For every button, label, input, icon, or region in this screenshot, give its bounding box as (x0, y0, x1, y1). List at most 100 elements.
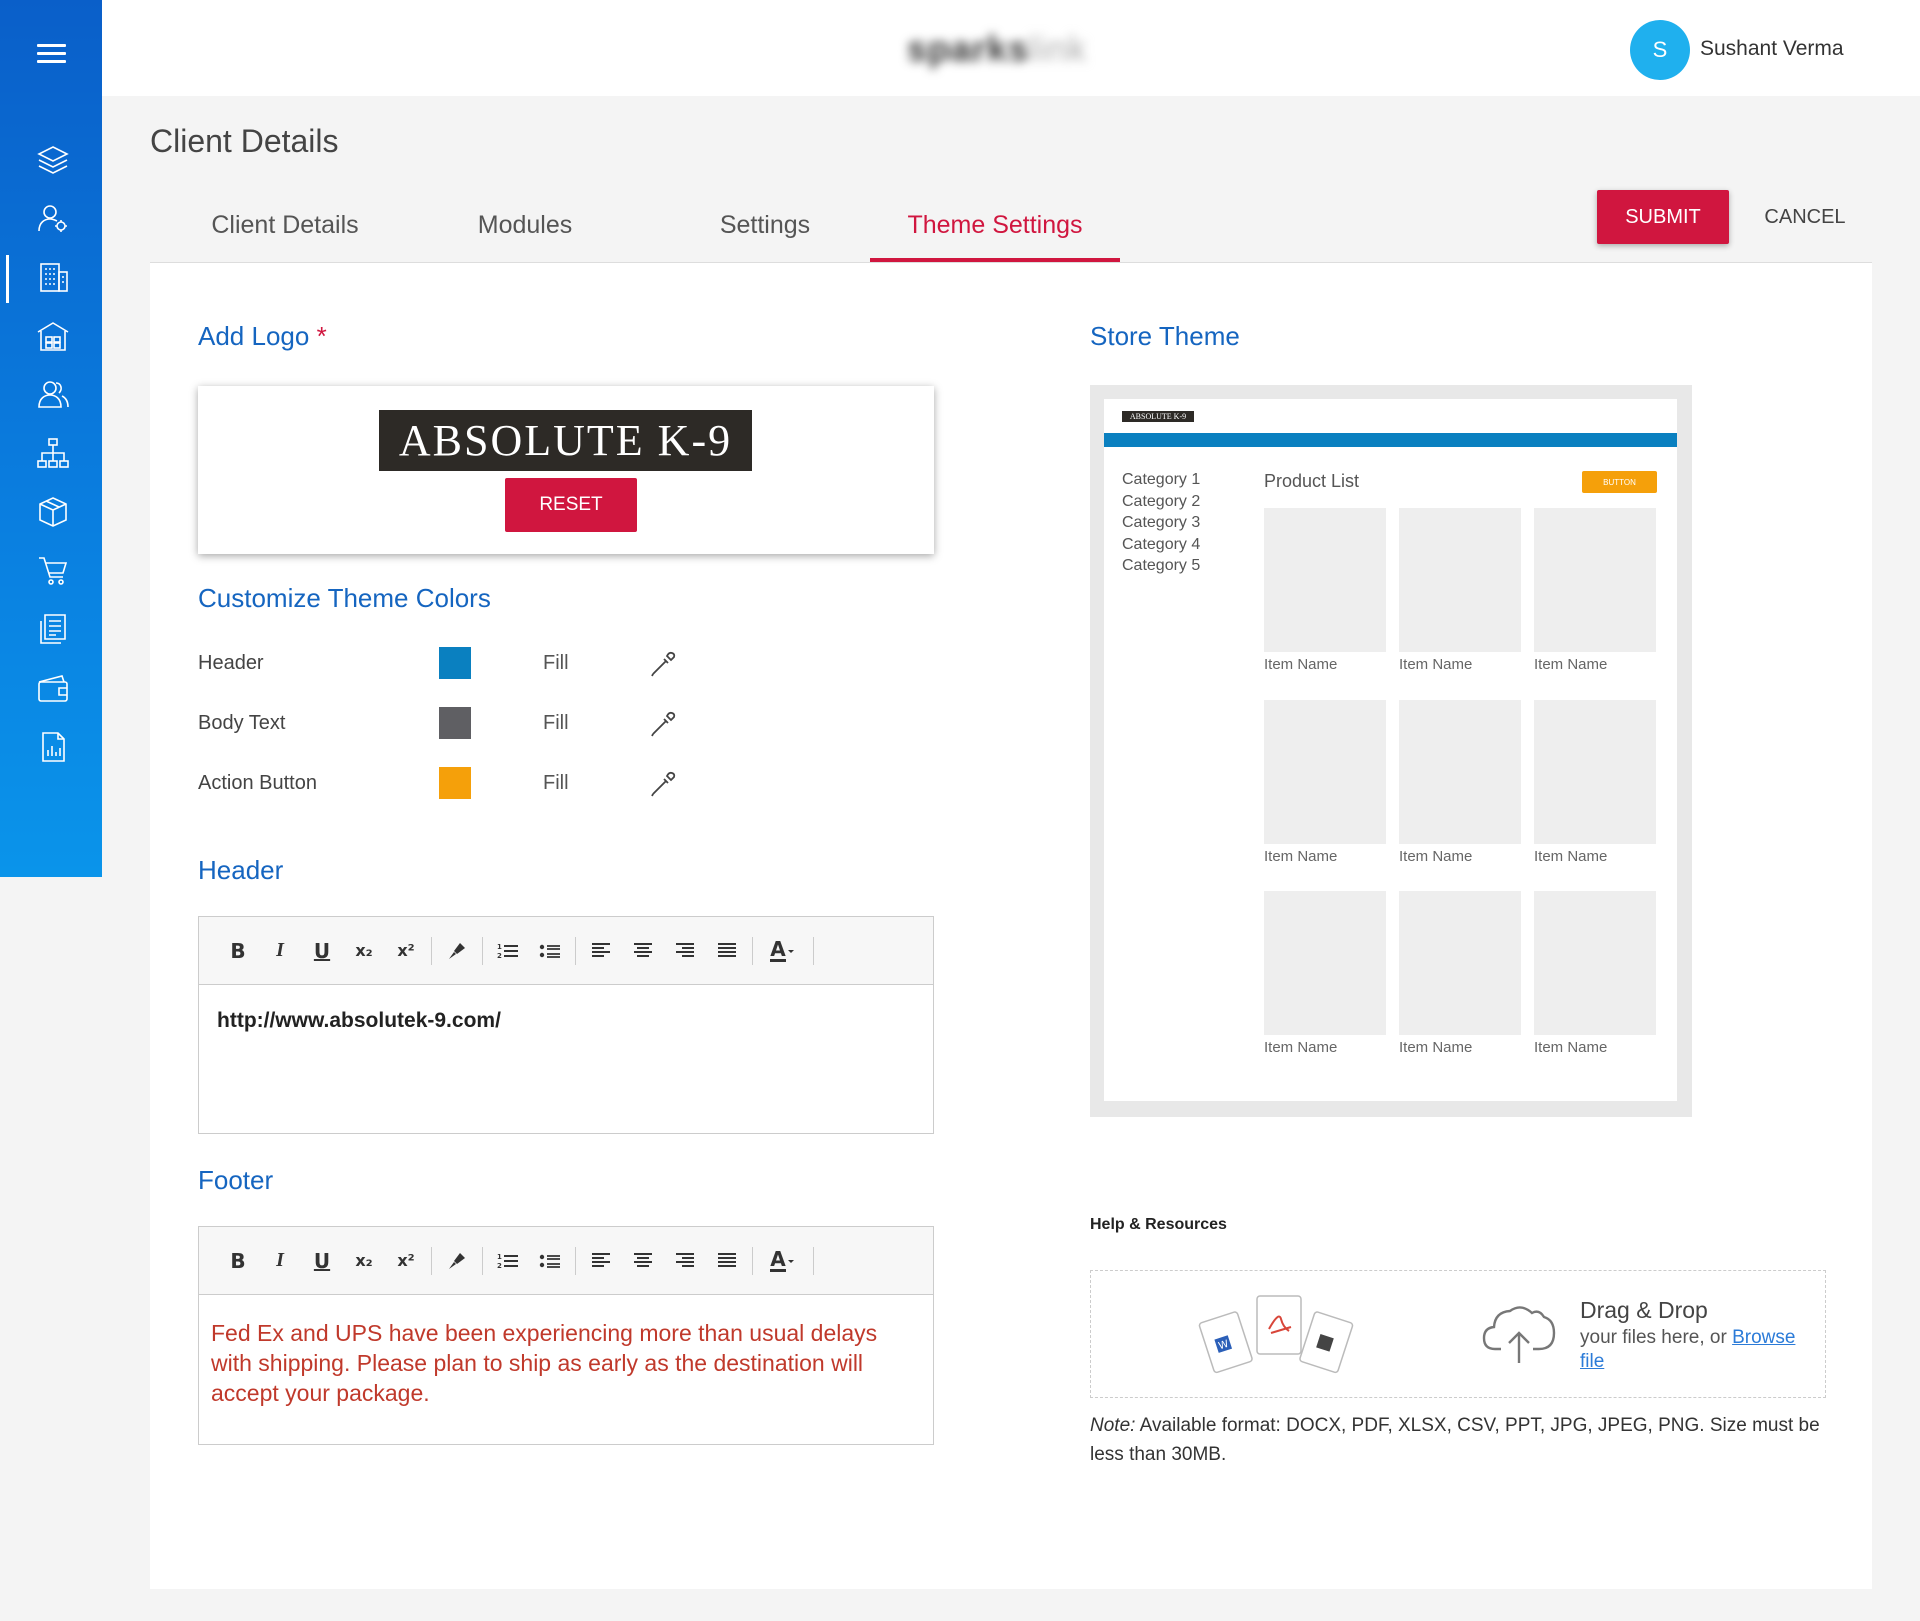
clear-format-button[interactable] (436, 1246, 478, 1276)
add-logo-title: Add Logo * (198, 321, 327, 352)
preview-item-name: Item Name (1264, 656, 1338, 673)
preview-category: Category 3 (1122, 514, 1201, 531)
preview-header-bar (1104, 433, 1677, 447)
align-center-button[interactable] (622, 936, 664, 966)
preview-category: Category 1 (1122, 471, 1201, 488)
report-icon[interactable] (35, 729, 71, 765)
align-right-button[interactable] (664, 936, 706, 966)
align-right-icon (676, 1252, 694, 1267)
ordered-list-button[interactable]: 12 (487, 936, 529, 966)
toolbar-divider (813, 1246, 814, 1275)
align-left-icon (592, 942, 610, 957)
wallet-icon[interactable] (35, 670, 71, 706)
tab-modules[interactable]: Modules (435, 211, 615, 240)
subscript-button[interactable]: x₂ (343, 936, 385, 966)
superscript-button[interactable]: x² (385, 1246, 427, 1276)
color-row-action-button: Action Button Fill (198, 767, 676, 801)
avatar[interactable]: S (1630, 20, 1690, 80)
caret-down-icon (787, 949, 794, 953)
submit-button[interactable]: SUBMIT (1597, 190, 1729, 244)
italic-button[interactable]: I (259, 936, 301, 966)
justify-icon (718, 1252, 736, 1267)
align-left-button[interactable] (580, 1246, 622, 1276)
store-preview-page: ABSOLUTE K-9 Category 1 Category 2 Categ… (1104, 399, 1677, 1101)
org-chart-icon[interactable] (35, 435, 71, 471)
header-color-swatch[interactable] (439, 647, 471, 679)
bullet-list-icon (539, 944, 560, 958)
action-button-color-swatch[interactable] (439, 767, 471, 799)
layers-icon[interactable] (35, 142, 71, 178)
eyedropper-icon[interactable] (648, 709, 678, 739)
fill-label: Fill (543, 772, 569, 794)
client-logo: ABSOLUTE K-9 (379, 410, 752, 471)
bold-button[interactable]: B (217, 936, 259, 966)
preview-category: Category 4 (1122, 536, 1201, 553)
preview-item-image (1264, 891, 1386, 1035)
building-icon[interactable] (35, 259, 71, 295)
footer-editor: B I U x₂ x² 12 A Fed Ex and UPS have bee… (198, 1226, 934, 1445)
underline-button[interactable]: U (301, 1246, 343, 1276)
cancel-button[interactable]: CANCEL (1750, 190, 1860, 244)
preview-item-name: Item Name (1534, 848, 1608, 865)
header-editor-title: Header (198, 855, 284, 885)
align-center-button[interactable] (622, 1246, 664, 1276)
body-text-color-swatch[interactable] (439, 707, 471, 739)
user-settings-icon[interactable] (35, 200, 71, 236)
footer-editor-body[interactable]: Fed Ex and UPS have been experiencing mo… (199, 1295, 933, 1409)
header-editor: B I U x₂ x² 12 A http://www.absolutek-9.… (198, 916, 934, 1134)
cart-icon[interactable] (35, 552, 71, 588)
brush-icon (449, 942, 465, 959)
user-name[interactable]: Sushant Verma (1700, 37, 1844, 61)
preview-category: Category 5 (1122, 557, 1201, 574)
eyedropper-icon[interactable] (648, 649, 678, 679)
font-color-button[interactable]: A (757, 1246, 809, 1276)
editor-toolbar: B I U x₂ x² 12 A (199, 917, 933, 985)
align-right-icon (676, 942, 694, 957)
italic-button[interactable]: I (259, 1246, 301, 1276)
upload-cloud-icon (1482, 1306, 1556, 1363)
preview-item-name: Item Name (1534, 1039, 1608, 1056)
align-left-icon (592, 1252, 610, 1267)
toolbar-divider (431, 1246, 432, 1275)
tab-settings[interactable]: Settings (675, 211, 855, 240)
browse-file-link[interactable]: file (1580, 1351, 1604, 1373)
page-title: Client Details (150, 123, 339, 159)
superscript-button[interactable]: x² (385, 936, 427, 966)
hamburger-menu-icon[interactable] (37, 44, 66, 68)
align-left-button[interactable] (580, 936, 622, 966)
brush-icon (449, 1252, 465, 1269)
ordered-list-button[interactable]: 12 (487, 1246, 529, 1276)
help-resources-title: Help & Resources (1090, 1216, 1227, 1233)
package-icon[interactable] (35, 494, 71, 530)
bullet-list-button[interactable] (529, 936, 571, 966)
invoice-icon[interactable] (35, 611, 71, 647)
tab-theme-settings[interactable]: Theme Settings (875, 211, 1115, 240)
bullet-list-button[interactable] (529, 1246, 571, 1276)
color-label: Header (198, 652, 264, 674)
font-color-button[interactable]: A (757, 936, 809, 966)
toolbar-divider (482, 1246, 483, 1275)
file-dropzone[interactable]: W Drag & Drop your files here, or Browse… (1090, 1270, 1826, 1398)
tab-client-details[interactable]: Client Details (195, 211, 375, 240)
align-right-button[interactable] (664, 1246, 706, 1276)
header-editor-body[interactable]: http://www.absolutek-9.com/ (199, 985, 933, 1057)
logo-card: ABSOLUTE K-9 RESET (198, 386, 934, 554)
users-icon[interactable] (35, 376, 71, 412)
subscript-button[interactable]: x₂ (343, 1246, 385, 1276)
ordered-list-icon: 12 (497, 1253, 518, 1270)
warehouse-icon[interactable] (35, 318, 71, 354)
justify-button[interactable] (706, 1246, 748, 1276)
svg-text:2: 2 (497, 952, 502, 960)
preview-item-image (1399, 891, 1521, 1035)
note-text: Available format: DOCX, PDF, XLSX, CSV, … (1090, 1415, 1820, 1466)
brand-logo: sparkslink (907, 28, 1088, 69)
bold-button[interactable]: B (217, 1246, 259, 1276)
eyedropper-icon[interactable] (648, 769, 678, 799)
clear-format-button[interactable] (436, 936, 478, 966)
justify-button[interactable] (706, 936, 748, 966)
toolbar-divider (575, 936, 576, 965)
reset-logo-button[interactable]: RESET (505, 478, 637, 532)
browse-link[interactable]: Browse (1732, 1327, 1795, 1348)
underline-button[interactable]: U (301, 936, 343, 966)
theme-settings-panel: Add Logo * ABSOLUTE K-9 RESET Customize … (150, 263, 1872, 1589)
